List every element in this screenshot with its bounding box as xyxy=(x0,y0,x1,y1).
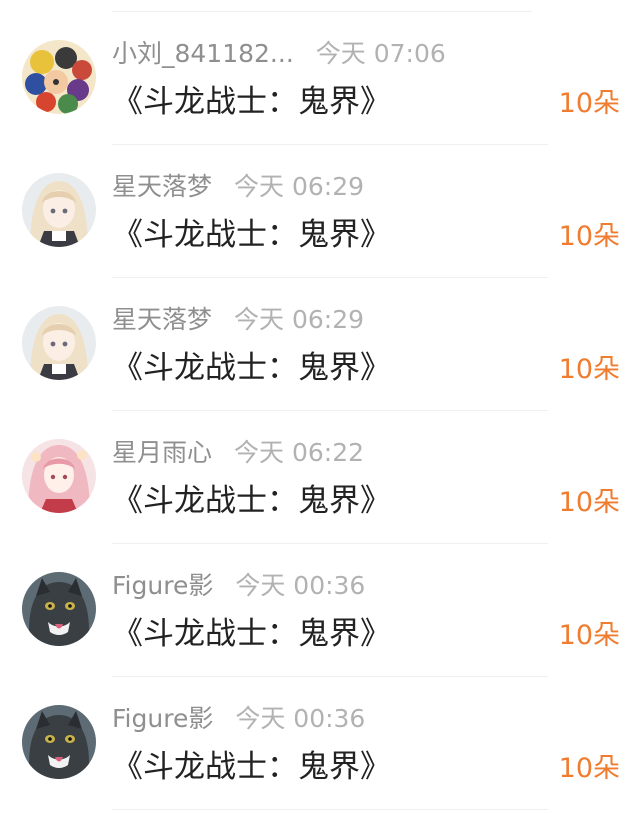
list-item[interactable]: 小刘_841182... 今天 07:06 《斗龙战士：鬼界》 10朵 xyxy=(0,12,640,145)
user-name-line: 小刘_841182... 今天 07:06 xyxy=(112,38,446,70)
timestamp: 今天 06:22 xyxy=(234,438,365,467)
avatar[interactable] xyxy=(22,173,96,247)
book-title: 《斗龙战士：鬼界》 xyxy=(112,483,391,519)
gift-amount: 10朵 xyxy=(558,487,620,518)
avatar[interactable] xyxy=(22,705,96,779)
timestamp: 今天 06:29 xyxy=(234,172,365,201)
timestamp: 今天 00:36 xyxy=(235,704,366,733)
gift-record-list: 小刘_841182... 今天 07:06 《斗龙战士：鬼界》 10朵 星天落梦今… xyxy=(0,0,640,814)
user-name-line: Figure影 今天 00:36 xyxy=(112,703,365,735)
divider xyxy=(112,809,548,810)
list-item[interactable]: 星天落梦 今天 06:29 《斗龙战士：鬼界》 10朵 xyxy=(0,145,640,278)
book-title: 《斗龙战士：鬼界》 xyxy=(112,749,391,785)
user-name-line: 星月雨心 今天 06:22 xyxy=(112,437,364,469)
gift-amount: 10朵 xyxy=(558,620,620,651)
gift-amount: 10朵 xyxy=(558,88,620,119)
gift-amount: 10朵 xyxy=(558,354,620,385)
gift-amount: 10朵 xyxy=(558,753,620,784)
list-item[interactable]: Figure影 今天 00:36 《斗龙战士：鬼界》 10朵 xyxy=(0,677,640,810)
avatar[interactable] xyxy=(22,40,96,114)
timestamp: 今天 06:29 xyxy=(234,305,365,334)
user-name: Figure影 xyxy=(112,704,214,733)
user-name: 星月雨心 xyxy=(112,438,213,467)
book-title: 《斗龙战士：鬼界》 xyxy=(112,84,391,120)
list-item[interactable]: 星月雨心 今天 06:22 《斗龙战士：鬼界》 10朵 xyxy=(0,411,640,544)
avatar[interactable] xyxy=(22,306,96,380)
user-name: 星天落梦 xyxy=(112,305,213,334)
book-title: 《斗龙战士：鬼界》 xyxy=(112,616,391,652)
user-name-line: Figure影 今天 00:36 xyxy=(112,570,365,602)
user-name: 小刘_841182... xyxy=(112,39,294,68)
user-name-line: 星天落梦 今天 06:29 xyxy=(112,171,364,203)
avatar[interactable] xyxy=(22,439,96,513)
timestamp: 今天 07:06 xyxy=(315,39,446,68)
avatar[interactable] xyxy=(22,572,96,646)
list-item[interactable]: Figure影 今天 00:36 《斗龙战士：鬼界》 10朵 xyxy=(0,544,640,677)
user-name: 星天落梦 xyxy=(112,172,213,201)
book-title: 《斗龙战士：鬼界》 xyxy=(112,217,391,253)
list-item[interactable]: 星天落梦 今天 06:29 《斗龙战士：鬼界》 10朵 xyxy=(0,278,640,411)
book-title: 《斗龙战士：鬼界》 xyxy=(112,350,391,386)
timestamp: 今天 00:36 xyxy=(235,571,366,600)
gift-amount: 10朵 xyxy=(558,221,620,252)
user-name: Figure影 xyxy=(112,571,214,600)
user-name-line: 星天落梦 今天 06:29 xyxy=(112,304,364,336)
